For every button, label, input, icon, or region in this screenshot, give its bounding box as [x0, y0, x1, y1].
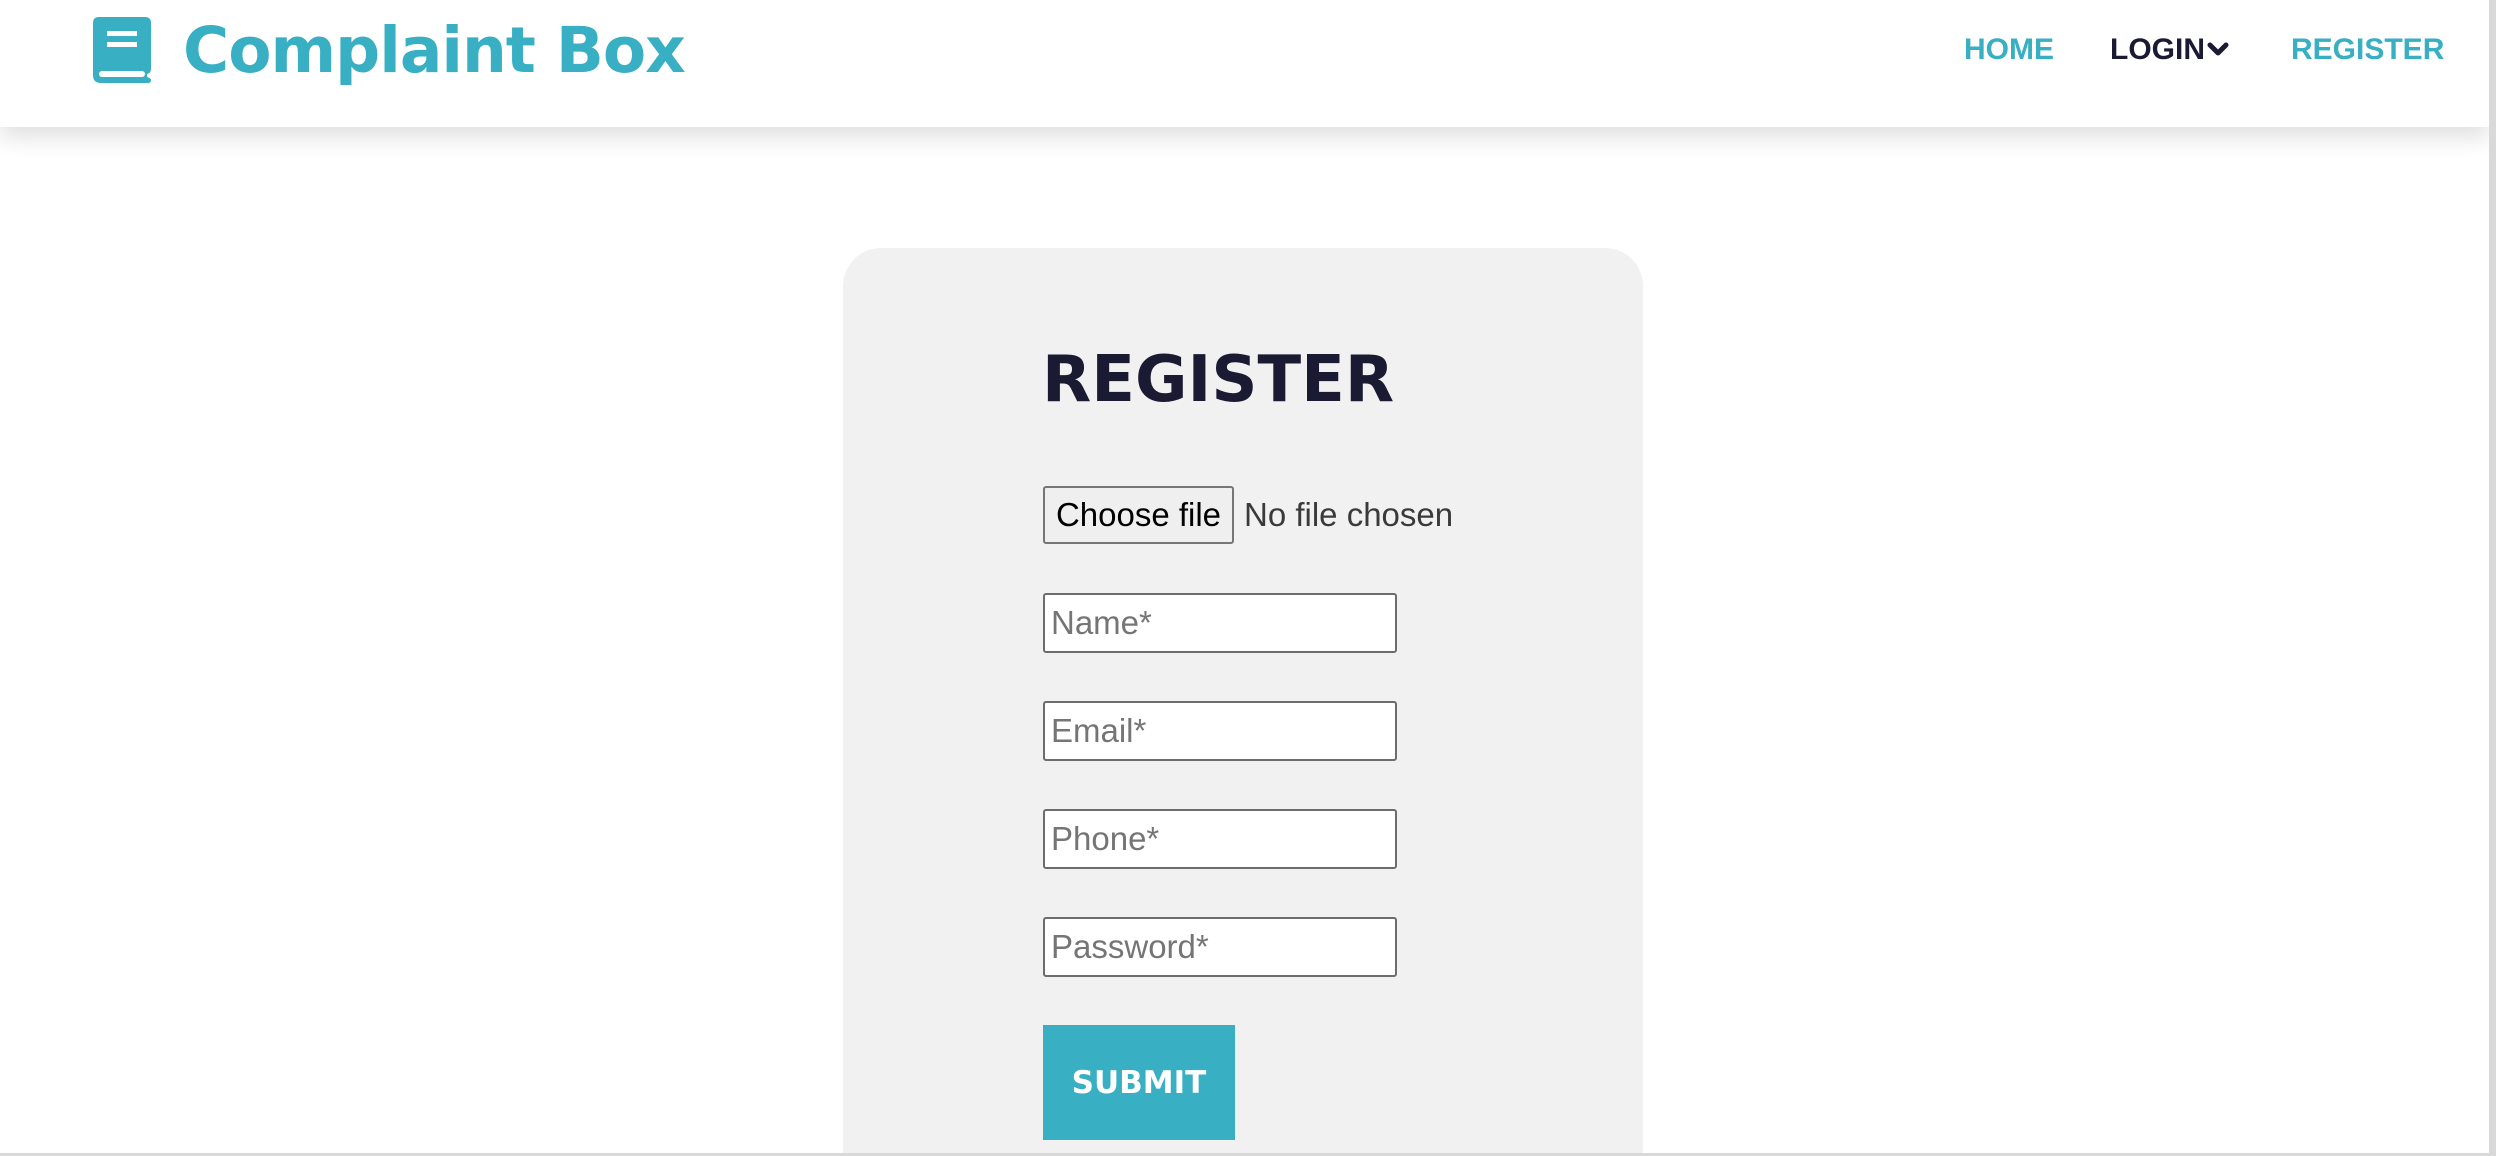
nav-login-dropdown[interactable]: LOGIN [2110, 30, 2205, 70]
window-edge-right [2489, 0, 2496, 1156]
submit-button[interactable]: SUBMIT [1043, 1025, 1235, 1140]
top-navbar: Complaint Box HOME LOGIN REGISTER [0, 0, 2489, 127]
nav-register-link[interactable]: REGISTER [2291, 30, 2444, 70]
book-icon [93, 17, 151, 83]
password-input[interactable] [1043, 917, 1397, 977]
phone-input[interactable] [1043, 809, 1397, 869]
file-status-text: No file chosen [1244, 496, 1454, 533]
chevron-down-icon[interactable] [2207, 42, 2229, 58]
email-input[interactable] [1043, 701, 1397, 761]
register-heading: REGISTER [1042, 343, 1395, 417]
brand-title[interactable]: Complaint Box [183, 6, 686, 96]
name-input[interactable] [1043, 593, 1397, 653]
page: Complaint Box HOME LOGIN REGISTER REGIST… [0, 0, 2489, 1153]
choose-file-button[interactable]: Choose file [1043, 486, 1234, 544]
nav-home-link[interactable]: HOME [1964, 30, 2054, 70]
